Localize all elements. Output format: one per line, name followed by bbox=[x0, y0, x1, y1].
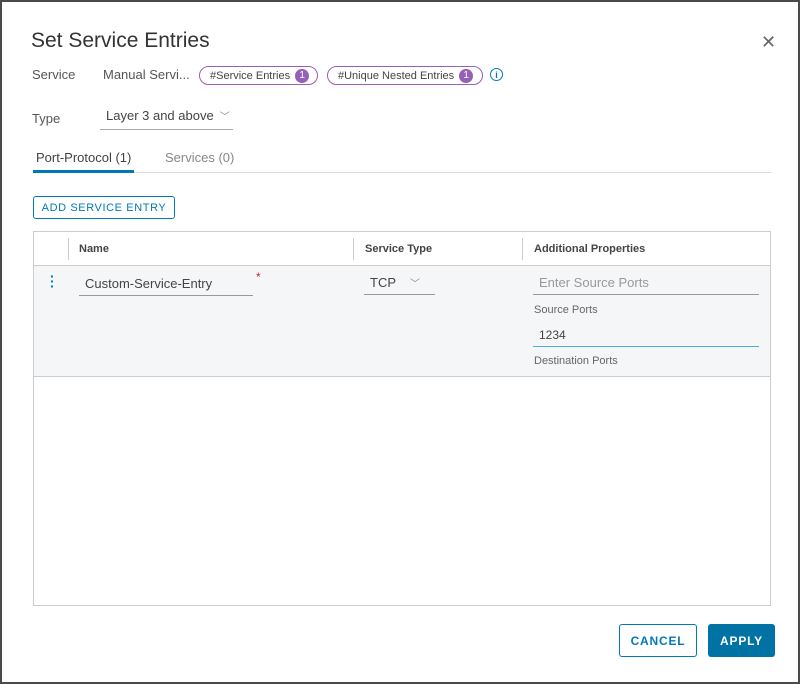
info-icon[interactable]: i bbox=[490, 68, 503, 81]
chevron-down-icon: ﹀ bbox=[410, 279, 420, 290]
table-row: · · · Custom-Service-Entry * TCP ﹀ Enter So… bbox=[34, 266, 770, 377]
set-service-entries-dialog: Set Service Entries ✕ Service Manual Ser… bbox=[0, 0, 800, 684]
pill-label: #Service Entries bbox=[210, 69, 291, 82]
count-badge: 1 bbox=[459, 68, 474, 83]
name-input[interactable]: Custom-Service-Entry bbox=[79, 274, 253, 296]
type-label: Type bbox=[32, 111, 61, 126]
cancel-button[interactable]: CANCEL bbox=[619, 624, 697, 657]
type-selected-value: Layer 3 and above bbox=[106, 108, 214, 123]
add-service-entry-button[interactable]: ADD SERVICE ENTRY bbox=[33, 196, 175, 219]
count-badge: 1 bbox=[295, 68, 310, 83]
required-marker: * bbox=[256, 270, 261, 284]
row-actions-icon[interactable]: · · · bbox=[50, 269, 55, 293]
service-entries-grid: Name Service Type Additional Properties … bbox=[33, 231, 771, 606]
service-value: Manual Servi... bbox=[103, 67, 190, 82]
tab-services[interactable]: Services (0) bbox=[165, 150, 234, 165]
unique-nested-entries-pill[interactable]: #Unique Nested Entries 1 bbox=[327, 66, 483, 85]
type-select[interactable]: Layer 3 and above ﹀ bbox=[100, 108, 233, 130]
pill-label: #Unique Nested Entries bbox=[338, 69, 455, 82]
tab-port-protocol[interactable]: Port-Protocol (1) bbox=[33, 150, 135, 173]
service-type-value: TCP bbox=[370, 275, 396, 290]
destination-ports-label: Destination Ports bbox=[534, 355, 618, 367]
source-ports-label: Source Ports bbox=[534, 304, 598, 316]
column-header-additional-properties: Additional Properties bbox=[534, 243, 646, 255]
column-header-service-type: Service Type bbox=[365, 243, 433, 255]
service-type-select[interactable]: TCP ﹀ bbox=[364, 273, 435, 295]
grid-header: Name Service Type Additional Properties bbox=[34, 232, 770, 266]
source-ports-input[interactable]: Enter Source Ports bbox=[533, 273, 759, 295]
chevron-down-icon: ﹀ bbox=[219, 112, 230, 123]
service-label: Service bbox=[32, 67, 76, 82]
column-header-name: Name bbox=[79, 243, 109, 255]
dialog-title: Set Service Entries bbox=[31, 29, 210, 52]
tab-bar: Port-Protocol (1) Services (0) bbox=[33, 148, 771, 173]
apply-button[interactable]: APPLY bbox=[708, 624, 775, 657]
close-icon[interactable]: ✕ bbox=[761, 32, 776, 53]
destination-ports-input[interactable]: 1234 bbox=[533, 325, 759, 347]
service-entries-pill[interactable]: #Service Entries 1 bbox=[199, 66, 318, 85]
